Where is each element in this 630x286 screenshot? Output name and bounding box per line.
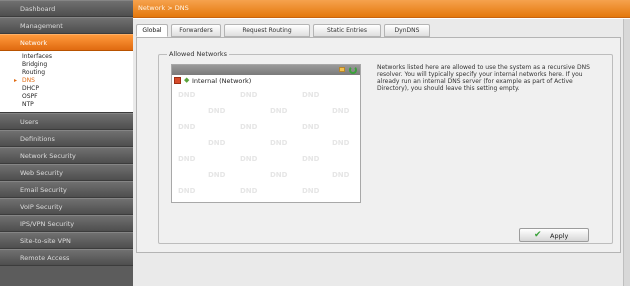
sidebar-item-management[interactable]: Management: [0, 17, 133, 34]
watermark-text: DND: [270, 139, 288, 147]
watermark-text: DND: [240, 187, 258, 195]
watermark-text: DND: [332, 139, 350, 147]
watermark-text: DND: [270, 171, 288, 179]
watermark-text: DND: [302, 155, 320, 163]
sidebar-item-site-to-site-vpn[interactable]: Site-to-site VPN: [0, 232, 133, 249]
remove-icon[interactable]: [174, 77, 181, 84]
sidebar-item-network-security[interactable]: Network Security: [0, 147, 133, 164]
watermark-text: DND: [302, 187, 320, 195]
sidebar-item-email-security[interactable]: Email Security: [0, 181, 133, 198]
allowed-networks-fieldset: Allowed Networks ◆ Internal (Network) DN…: [158, 50, 613, 244]
tab-panel-global: Allowed Networks ◆ Internal (Network) DN…: [136, 37, 621, 253]
sidebar-item-users[interactable]: Users: [0, 113, 133, 130]
sidebar-item-dashboard[interactable]: Dashboard: [0, 0, 133, 17]
main-content: Global Forwarders Request Routing Static…: [133, 19, 630, 286]
help-text: Networks listed here are allowed to use …: [377, 64, 590, 92]
watermark-text: DND: [332, 107, 350, 115]
tab-forwarders[interactable]: Forwarders: [171, 24, 221, 37]
watermark-text: DND: [178, 187, 196, 195]
tab-static-entries[interactable]: Static Entries: [313, 24, 381, 37]
list-toolbar: [172, 65, 360, 75]
watermark-text: DND: [302, 91, 320, 99]
allowed-networks-legend: Allowed Networks: [167, 50, 230, 58]
watermark-text: DND: [302, 123, 320, 131]
watermark-text: DND: [208, 139, 226, 147]
refresh-icon[interactable]: [349, 66, 357, 74]
sidebar-item-definitions[interactable]: Definitions: [0, 130, 133, 147]
sidebar-subitem-dns-label: DNS: [22, 77, 35, 84]
network-icon: ◆: [184, 76, 190, 84]
sidebar-subitem-ospf[interactable]: OSPF: [0, 93, 133, 101]
tab-dyndns[interactable]: DynDNS: [384, 24, 430, 37]
allowed-networks-list[interactable]: ◆ Internal (Network) DND DND DND DND DND DND D…: [171, 64, 361, 203]
apply-button[interactable]: ✔ Apply: [519, 228, 589, 242]
sidebar-subitem-dhcp[interactable]: DHCP: [0, 85, 133, 93]
tab-request-routing[interactable]: Request Routing: [224, 24, 310, 37]
watermark-text: DND: [240, 91, 258, 99]
header-bar: Network > DNS: [133, 0, 630, 18]
scrollbar[interactable]: [623, 19, 630, 286]
watermark-text: DND: [178, 91, 196, 99]
watermark-text: DND: [240, 155, 258, 163]
active-bullet-icon: ▸: [14, 77, 18, 84]
sidebar-item-web-security[interactable]: Web Security: [0, 164, 133, 181]
watermark-text: DND: [208, 171, 226, 179]
sidebar-item-voip-security[interactable]: VoIP Security: [0, 198, 133, 215]
list-item[interactable]: ◆ Internal (Network): [174, 77, 360, 86]
sidebar-subitem-interfaces[interactable]: Interfaces: [0, 53, 133, 61]
sidebar-subitem-bridging[interactable]: Bridging: [0, 61, 133, 69]
sidebar: Dashboard Management Network Interfaces …: [0, 0, 133, 286]
list-item-label: Internal (Network): [192, 77, 252, 85]
sidebar-item-ips-vpn-security[interactable]: IPS/VPN Security: [0, 215, 133, 232]
watermark-text: DND: [208, 107, 226, 115]
watermark-text: DND: [270, 107, 288, 115]
app-window: Dashboard Management Network Interfaces …: [0, 0, 630, 286]
sidebar-item-network[interactable]: Network: [0, 34, 133, 51]
watermark-text: DND: [178, 155, 196, 163]
folder-add-icon[interactable]: [338, 66, 346, 74]
apply-button-label: Apply: [550, 232, 569, 240]
sidebar-subitem-ntp[interactable]: NTP: [0, 101, 133, 109]
watermark-text: DND: [240, 123, 258, 131]
watermark-text: DND: [332, 171, 350, 179]
watermark-text: DND: [178, 123, 196, 131]
sidebar-subitem-dns[interactable]: ▸ DNS: [0, 77, 133, 85]
tab-global[interactable]: Global: [136, 24, 168, 37]
sidebar-subitem-routing[interactable]: Routing: [0, 69, 133, 77]
sidebar-submenu-network: Interfaces Bridging Routing ▸ DNS DHCP O…: [0, 51, 133, 113]
breadcrumb: Network > DNS: [138, 4, 189, 12]
sidebar-item-remote-access[interactable]: Remote Access: [0, 249, 133, 266]
checkmark-icon: ✔: [534, 230, 542, 240]
